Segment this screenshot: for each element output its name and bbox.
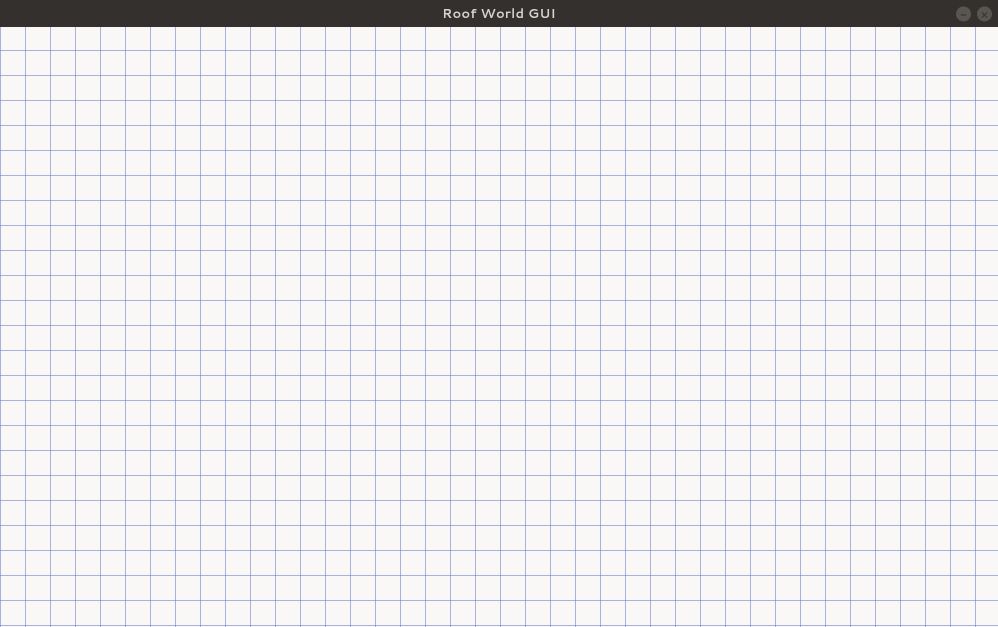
close-button[interactable] [977,6,992,21]
window-titlebar: Roof World GUI [0,0,998,27]
window-title: Roof World GUI [442,5,556,23]
window-controls [956,6,992,21]
minimize-icon [959,2,968,25]
grid-canvas[interactable] [0,27,998,627]
minimize-button[interactable] [956,6,971,21]
close-icon [980,2,989,25]
